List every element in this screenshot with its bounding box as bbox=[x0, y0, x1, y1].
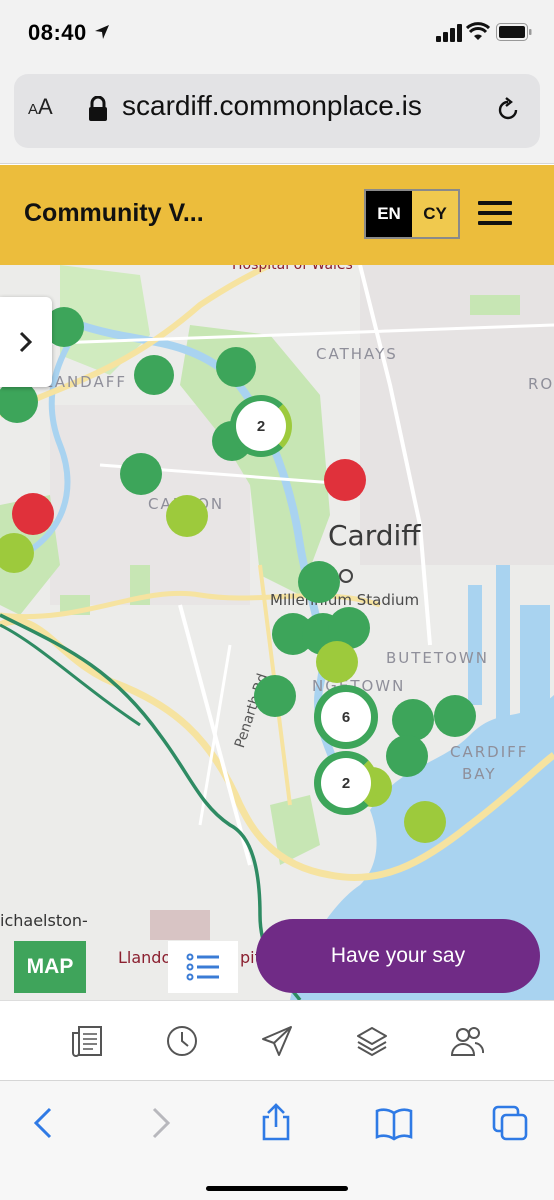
map-pin[interactable] bbox=[316, 641, 358, 683]
news-icon[interactable] bbox=[69, 1023, 105, 1059]
label-butetown: BUTETOWN bbox=[386, 649, 489, 667]
home-indicator bbox=[206, 1186, 348, 1191]
status-time: 08:40 bbox=[28, 20, 87, 45]
bookmarks-icon[interactable] bbox=[374, 1103, 414, 1143]
reload-icon[interactable] bbox=[494, 96, 522, 124]
map-pin[interactable] bbox=[434, 695, 476, 737]
label-landaff: LANDAFF bbox=[44, 373, 127, 391]
hamburger-menu-icon[interactable] bbox=[478, 201, 512, 225]
app-bottom-nav bbox=[0, 1000, 554, 1080]
safari-toolbar bbox=[0, 1080, 554, 1200]
map-pin[interactable] bbox=[324, 459, 366, 501]
wifi-icon bbox=[466, 22, 490, 40]
map-cluster[interactable]: 2 bbox=[230, 395, 292, 457]
lock-icon bbox=[89, 96, 107, 121]
label-cardiff-bay-2: BAY bbox=[462, 765, 497, 783]
label-michaelston: ichaelston- bbox=[0, 911, 88, 930]
label-hospital: Hospital of Wales bbox=[232, 265, 353, 273]
label-ro: RO bbox=[528, 375, 554, 393]
map-pin[interactable] bbox=[392, 699, 434, 741]
people-icon[interactable] bbox=[449, 1023, 485, 1059]
map-pin[interactable] bbox=[298, 561, 340, 603]
location-arrow-icon bbox=[95, 25, 109, 39]
layers-icon[interactable] bbox=[354, 1023, 390, 1059]
map-pin[interactable] bbox=[216, 347, 256, 387]
signal-icon bbox=[436, 24, 462, 42]
map-pin[interactable] bbox=[166, 495, 208, 537]
tabs-icon[interactable] bbox=[490, 1103, 530, 1143]
battery-icon bbox=[496, 23, 532, 41]
map-pin[interactable] bbox=[12, 493, 54, 535]
site-header: Community V... EN CY bbox=[0, 165, 554, 265]
map-pin[interactable] bbox=[254, 675, 296, 717]
map-view-badge[interactable]: MAP bbox=[14, 941, 86, 993]
status-bar: 08:40 bbox=[0, 0, 554, 64]
map-cluster[interactable]: 2 bbox=[314, 751, 378, 815]
browser-address-area: AA scardiff.commonplace.is bbox=[0, 64, 554, 164]
url-text[interactable]: scardiff.commonplace.is bbox=[122, 90, 422, 122]
site-title[interactable]: Community V... bbox=[24, 199, 204, 228]
label-cardiff: Cardiff bbox=[328, 519, 421, 552]
language-switcher: EN CY bbox=[364, 189, 460, 239]
map-pin[interactable] bbox=[404, 801, 446, 843]
label-cathays: CATHAYS bbox=[316, 345, 398, 363]
forward-icon[interactable] bbox=[140, 1103, 180, 1143]
history-icon[interactable] bbox=[164, 1023, 200, 1059]
share-icon[interactable] bbox=[256, 1103, 296, 1143]
sidebar-toggle-button[interactable] bbox=[0, 297, 52, 387]
map-pin[interactable] bbox=[120, 453, 162, 495]
lang-cy-button[interactable]: CY bbox=[412, 191, 458, 237]
map-cluster[interactable]: 6 bbox=[314, 685, 378, 749]
address-bar[interactable]: AA scardiff.commonplace.is bbox=[14, 74, 540, 148]
have-your-say-button[interactable]: Have your say bbox=[256, 919, 540, 993]
lang-en-button[interactable]: EN bbox=[366, 191, 412, 237]
text-size-button[interactable]: AA bbox=[28, 94, 53, 120]
send-icon[interactable] bbox=[259, 1023, 295, 1059]
back-icon[interactable] bbox=[24, 1103, 64, 1143]
map-pin[interactable] bbox=[134, 355, 174, 395]
label-llandough: Llando bbox=[118, 948, 172, 967]
map[interactable]: Hospital of Wales CATHAYS RO LANDAFF CAN… bbox=[0, 265, 554, 1000]
label-cardiff-bay-1: CARDIFF bbox=[450, 743, 529, 761]
map-pin[interactable] bbox=[386, 735, 428, 777]
list-icon bbox=[186, 953, 219, 981]
list-view-button[interactable] bbox=[168, 941, 238, 993]
chevron-right-icon bbox=[19, 331, 33, 353]
